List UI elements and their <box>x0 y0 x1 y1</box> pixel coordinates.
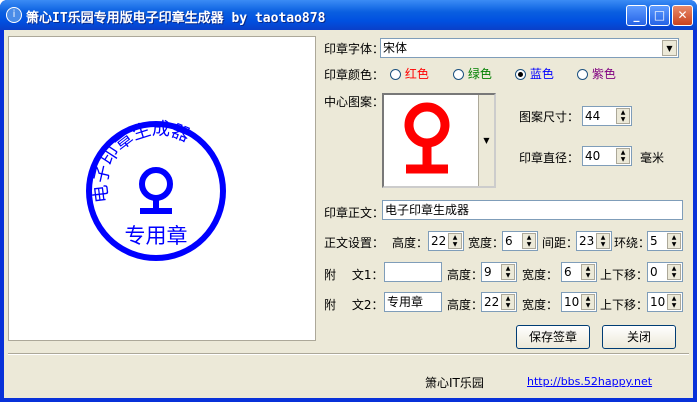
main-text-label: 印章正文： <box>324 206 385 220</box>
sub2-height-spinner[interactable]: 22 ▲ ▼ <box>481 292 517 312</box>
spacing-spinner[interactable]: 23 ▲ ▼ <box>576 231 612 251</box>
wrap-label: 环绕： <box>614 236 651 250</box>
sub2-label: 附 文2： <box>324 298 384 312</box>
height-label: 高度： <box>392 236 429 250</box>
sub2-width-label: 宽度： <box>522 298 559 312</box>
footer-site: 箫心IT乐园 <box>425 376 484 390</box>
app-window: i 箫心IT乐园专用版电子印章生成器 by taotao878 _ □ ✕ 电子… <box>0 0 697 402</box>
minimize-button[interactable]: _ <box>626 5 647 26</box>
sub1-offset-label: 上下移： <box>600 268 649 282</box>
save-stamp-button[interactable]: 保存签章 <box>516 325 590 349</box>
sub1-label: 附 文1： <box>324 268 384 282</box>
pattern-size-label: 图案尺寸： <box>519 110 580 124</box>
height-spinner[interactable]: 22 ▲ ▼ <box>428 231 464 251</box>
font-label: 印章字体： <box>324 42 385 56</box>
sub1-height-spinner[interactable]: 9 ▲ ▼ <box>481 262 517 282</box>
width-label: 宽度： <box>468 236 505 250</box>
sub2-offset-spinner[interactable]: 10 ▲ ▼ <box>647 292 683 312</box>
diameter-label: 印章直径： <box>519 151 580 165</box>
radio-green[interactable]: 绿色 <box>453 65 492 82</box>
pattern-label: 中心图案： <box>324 95 385 109</box>
railway-logo-icon <box>404 102 450 174</box>
sub2-height-label: 高度： <box>447 298 484 312</box>
pattern-dropdown-button[interactable]: ▼ <box>478 95 494 186</box>
sub2-width-spinner[interactable]: 10 ▲ ▼ <box>561 292 597 312</box>
window-title: 箫心IT乐园专用版电子印章生成器 by taotao878 <box>26 11 326 26</box>
stamp-center-text: 专用章 <box>125 224 188 248</box>
sub1-offset-spinner[interactable]: 0 ▲ ▼ <box>647 262 683 282</box>
railway-logo-icon <box>139 167 173 214</box>
sub2-offset-label: 上下移： <box>600 298 649 312</box>
chevron-down-icon[interactable]: ▼ <box>662 40 677 56</box>
sub1-input[interactable] <box>384 262 442 282</box>
main-text-input[interactable]: 电子印章生成器 <box>382 200 683 220</box>
title-bar: i 箫心IT乐园专用版电子印章生成器 by taotao878 _ □ ✕ <box>0 0 697 30</box>
sub1-height-label: 高度： <box>447 268 484 282</box>
pattern-picker[interactable]: ▼ <box>382 93 496 188</box>
client-area: 电子印章生成器 专用章 印章字体： 宋体 ▼ 印章颜色： 红色 绿色 蓝色 紫色 … <box>4 30 693 398</box>
font-select[interactable]: 宋体 ▼ <box>380 38 679 58</box>
divider <box>8 353 689 355</box>
sub1-width-spinner[interactable]: 6 ▲ ▼ <box>561 262 597 282</box>
radio-blue[interactable]: 蓝色 <box>515 65 554 82</box>
text-settings-label: 正文设置： <box>324 236 385 250</box>
app-icon: i <box>6 7 22 23</box>
footer-link[interactable]: http://bbs.52happy.net <box>527 375 652 388</box>
color-label: 印章颜色： <box>324 68 385 82</box>
wrap-spinner[interactable]: 5 ▲ ▼ <box>647 231 683 251</box>
stamp-preview: 电子印章生成器 专用章 <box>8 36 316 341</box>
close-button[interactable]: 关闭 <box>602 325 676 349</box>
pattern-size-spinner[interactable]: 44 ▲ ▼ <box>582 106 632 126</box>
radio-red[interactable]: 红色 <box>390 65 429 82</box>
radio-purple[interactable]: 紫色 <box>577 65 616 82</box>
diameter-spinner[interactable]: 40 ▲ ▼ <box>582 146 632 166</box>
diameter-unit: 毫米 <box>640 151 665 165</box>
sub2-input[interactable]: 专用章 <box>384 292 442 312</box>
spacing-label: 间距： <box>542 236 579 250</box>
sub1-width-label: 宽度： <box>522 268 559 282</box>
close-window-button[interactable]: ✕ <box>672 5 693 26</box>
stamp-svg: 电子印章生成器 专用章 <box>86 119 226 261</box>
maximize-button[interactable]: □ <box>649 5 670 26</box>
width-spinner[interactable]: 6 ▲ ▼ <box>502 231 538 251</box>
